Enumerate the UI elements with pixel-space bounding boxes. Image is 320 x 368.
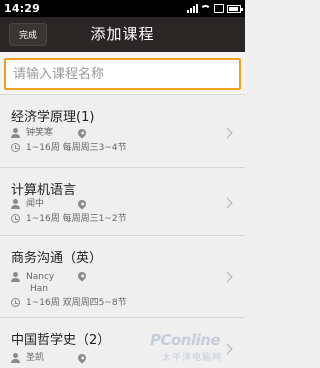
clock-icon <box>11 143 20 152</box>
teacher-row: 闻中 <box>11 198 44 210</box>
clock-icon <box>11 214 20 223</box>
course-item[interactable]: 中国哲学史（2） 圣凯 <box>0 319 245 368</box>
course-item[interactable]: 经济学原理(1) 钟笑寒 1~16周 每周周三3~4节 <box>0 96 245 168</box>
schedule-row: 1~16周 双周周四5~8节 <box>11 297 127 309</box>
teacher-row: 钟笑寒 <box>11 127 53 139</box>
location-pin-icon <box>76 270 88 282</box>
teacher-name: 圣凯 <box>26 353 45 363</box>
course-name: 中国哲学史（2） <box>11 333 111 348</box>
location-pin-icon <box>76 352 88 364</box>
battery-icon <box>227 4 243 13</box>
course-name: 商务沟通（英） <box>11 251 103 266</box>
schedule-row: 1~16周 每周周三1~2节 <box>11 213 127 225</box>
status-icons <box>187 4 243 13</box>
person-icon <box>11 128 20 139</box>
location-pin-icon <box>76 198 88 210</box>
teacher-name-line2: Han <box>30 284 48 294</box>
course-name-input[interactable] <box>4 58 241 90</box>
schedule-row: 1~16周 每周周三3~4节 <box>11 142 127 154</box>
course-schedule: 1~16周 每周周三1~2节 <box>26 214 127 224</box>
chevron-right-icon <box>221 197 233 209</box>
course-schedule: 1~16周 双周周四5~8节 <box>26 298 127 308</box>
signal-icon <box>187 4 198 13</box>
course-name: 经济学原理(1) <box>11 110 95 125</box>
title-bar: 完成 添加课程 <box>0 17 245 52</box>
location-pin-icon <box>76 127 88 139</box>
chevron-right-icon <box>221 343 233 355</box>
course-name: 计算机语言 <box>11 183 77 198</box>
wifi-icon <box>200 4 211 13</box>
course-item[interactable]: 计算机语言 闻中 1~16周 每周周三1~2节 <box>0 169 245 236</box>
clock-icon <box>11 298 20 307</box>
sim-icon <box>214 4 224 13</box>
person-icon <box>11 199 20 210</box>
chevron-right-icon <box>221 127 233 139</box>
status-time: 14:29 <box>4 2 41 15</box>
person-icon <box>11 353 20 364</box>
status-bar: 14:29 <box>0 0 245 17</box>
course-schedule: 1~16周 每周周三3~4节 <box>26 143 127 153</box>
teacher-row: Nancy Han <box>11 271 54 295</box>
teacher-name: 钟笑寒 <box>26 128 54 138</box>
course-item[interactable]: 商务沟通（英） Nancy Han 1~16周 双周周四5~8节 <box>0 237 245 318</box>
teacher-name: 闻中 <box>26 199 45 209</box>
teacher-row: 圣凯 <box>11 352 44 364</box>
teacher-name: Nancy Han <box>26 271 54 295</box>
done-button[interactable]: 完成 <box>9 23 47 46</box>
chevron-right-icon <box>221 271 233 283</box>
search-area <box>0 52 245 95</box>
person-icon <box>11 272 20 283</box>
teacher-name-line1: Nancy <box>26 272 55 282</box>
